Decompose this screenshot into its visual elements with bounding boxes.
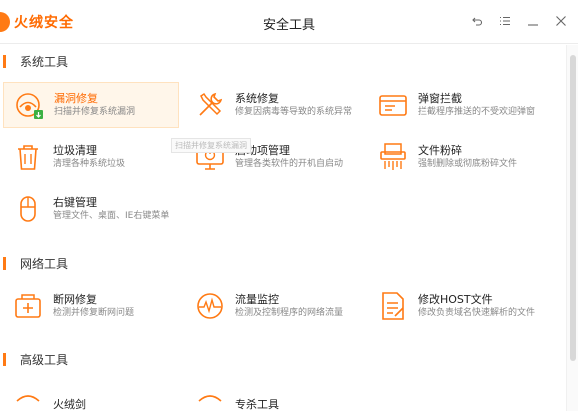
tool-huorong-sword[interactable]: 火绒剑 xyxy=(3,381,179,411)
tool-name: 文件粉碎 xyxy=(418,144,462,157)
section-accent-bar xyxy=(3,353,6,366)
tool-network-repair[interactable]: 断网修复 检测并修复断网问题 xyxy=(3,283,179,329)
tool-vulnerability-fix[interactable]: 漏洞修复 扫描并修复系统漏洞 xyxy=(3,82,179,128)
tool-context-menu[interactable]: 右键管理 管理文件、桌面、IE右键菜单 xyxy=(3,186,179,232)
tool-host-file[interactable]: 修改HOST文件 修改负责域名快速解析的文件 xyxy=(368,283,544,329)
section-network-header: 网络工具 xyxy=(0,255,68,272)
mouse-icon xyxy=(11,192,45,226)
tool-desc: 修改负责域名快速解析的文件 xyxy=(418,308,536,318)
scrollbar-thumb[interactable] xyxy=(570,55,576,361)
section-accent-bar xyxy=(3,257,6,270)
menu-icon[interactable] xyxy=(498,14,512,28)
section-system-header: 系统工具 xyxy=(0,53,68,70)
tooltip: 扫描并修复系统漏洞 xyxy=(171,138,251,153)
vulnerability-fix-icon xyxy=(12,88,46,122)
tool-name: 右键管理 xyxy=(53,196,97,209)
window-controls xyxy=(470,14,568,28)
tool-name: 火绒剑 xyxy=(53,397,86,411)
title-bar: 火绒安全 安全工具 xyxy=(0,0,578,44)
tool-desc: 管理各类软件的开机自启动 xyxy=(235,159,344,169)
tool-system-repair[interactable]: 系统修复 修复因病毒等导致的系统异常 xyxy=(185,82,361,128)
traffic-gauge-icon xyxy=(193,289,227,323)
tool-desc: 清理各种系统垃圾 xyxy=(53,159,126,169)
kill-tool-icon xyxy=(193,387,227,411)
tool-desc: 检测并修复断网问题 xyxy=(53,308,135,318)
tool-name: 垃圾清理 xyxy=(53,144,97,157)
tool-desc: 管理文件、桌面、IE右键菜单 xyxy=(53,211,170,221)
tool-name: 弹窗拦截 xyxy=(418,92,462,105)
tool-name: 专杀工具 xyxy=(235,397,279,411)
tool-name: 漏洞修复 xyxy=(54,92,98,105)
trash-icon xyxy=(11,140,45,174)
network-repair-icon xyxy=(11,289,45,323)
tool-list: 系统工具 漏洞修复 扫描并修复系统漏洞 系统修复 修复因病毒等导致的系统异常 弹… xyxy=(0,45,566,411)
tool-traffic-monitor[interactable]: 流量监控 检测及控制程序的网络流量 xyxy=(185,283,361,329)
tool-desc: 检测及控制程序的网络流量 xyxy=(235,308,344,318)
section-advanced-header: 高级工具 xyxy=(0,351,68,368)
popup-block-icon xyxy=(376,88,410,122)
sword-icon xyxy=(11,387,45,411)
tool-desc: 拦截程序推送的不受欢迎弹窗 xyxy=(418,107,536,117)
tool-kill-tool[interactable]: 专杀工具 xyxy=(185,381,361,411)
minimize-icon[interactable] xyxy=(526,14,540,28)
tool-name: 启动项管理 xyxy=(235,144,290,157)
tool-desc: 强制删除或彻底粉碎文件 xyxy=(418,159,518,169)
tool-name: 修改HOST文件 xyxy=(418,293,493,306)
section-accent-bar xyxy=(3,55,6,68)
tool-junk-clean[interactable]: 垃圾清理 清理各种系统垃圾 xyxy=(3,134,179,180)
back-icon[interactable] xyxy=(470,14,484,28)
section-title: 网络工具 xyxy=(20,257,69,271)
close-icon[interactable] xyxy=(554,14,568,28)
host-file-icon xyxy=(376,289,410,323)
tool-name: 流量监控 xyxy=(235,293,279,306)
tool-file-shredder[interactable]: 文件粉碎 强制删除或彻底粉碎文件 xyxy=(368,134,544,180)
section-title: 高级工具 xyxy=(20,353,69,367)
tool-name: 断网修复 xyxy=(53,293,97,306)
tool-desc: 扫描并修复系统漏洞 xyxy=(54,107,136,117)
section-title: 系统工具 xyxy=(20,55,69,69)
scrollbar[interactable] xyxy=(566,45,578,411)
tool-desc: 修复因病毒等导致的系统异常 xyxy=(235,107,353,117)
tool-popup-block[interactable]: 弹窗拦截 拦截程序推送的不受欢迎弹窗 xyxy=(368,82,544,128)
wrench-screwdriver-icon xyxy=(193,88,227,122)
shredder-icon xyxy=(376,140,410,174)
tool-name: 系统修复 xyxy=(235,92,279,105)
